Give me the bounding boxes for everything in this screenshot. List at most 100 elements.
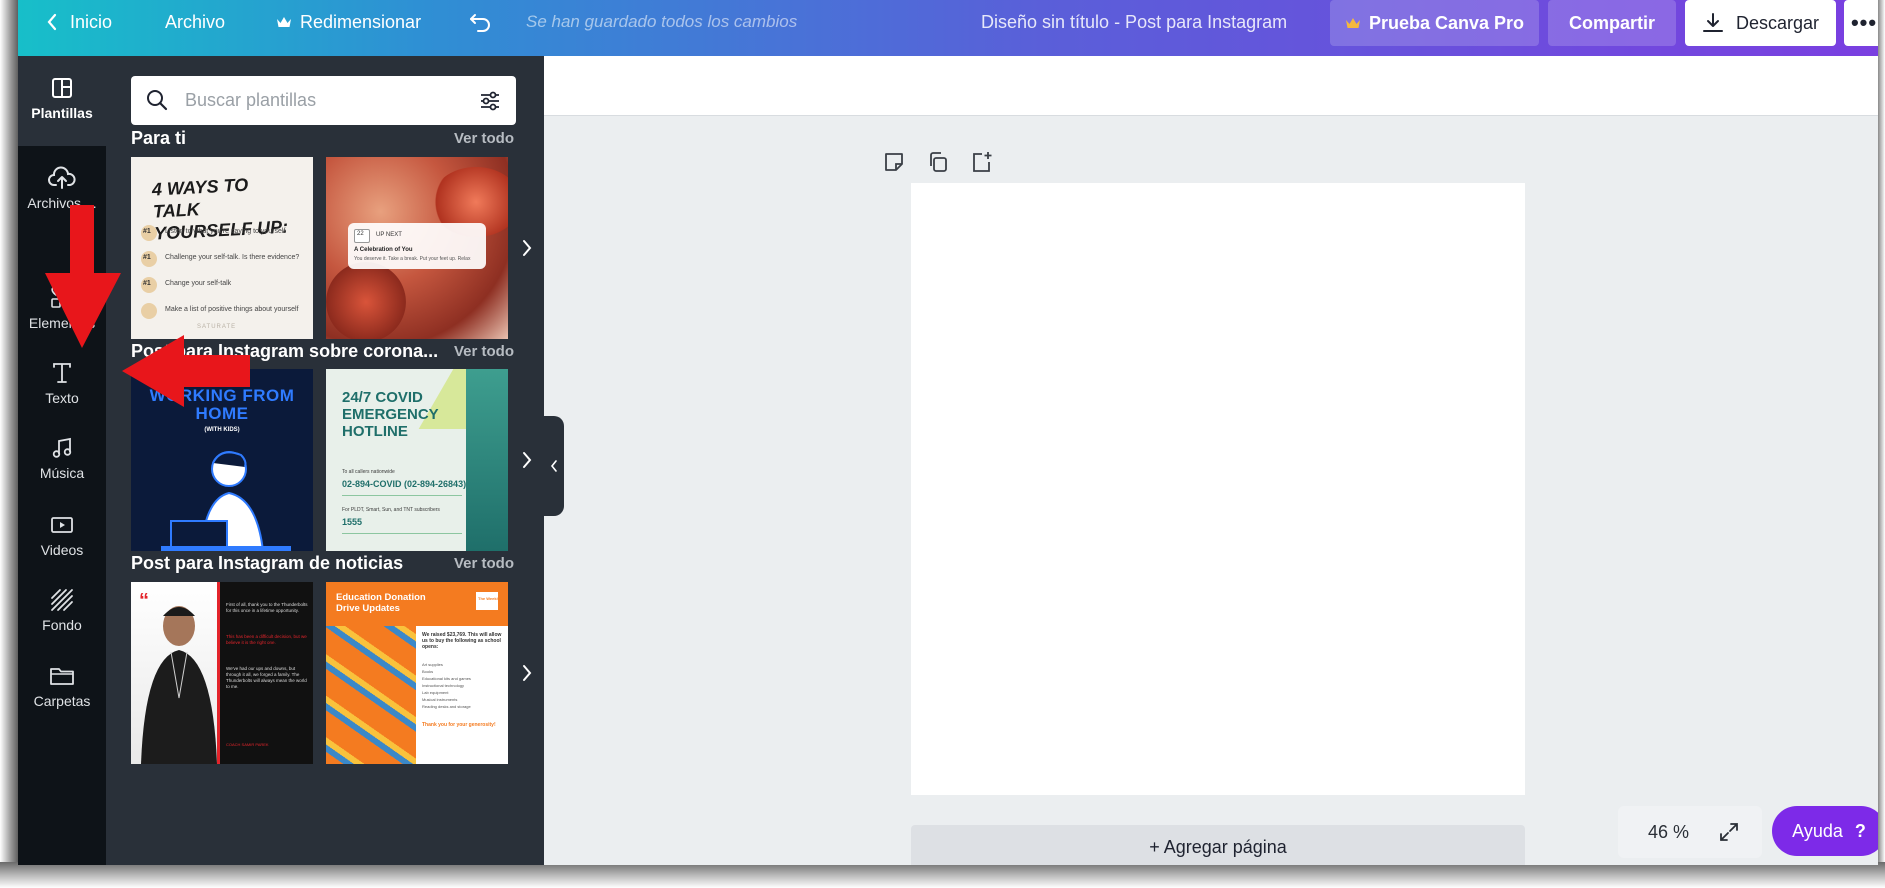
- thumb-line: For PLDT, Smart, Sun, and TNT subscriber…: [342, 507, 440, 513]
- add-page-icon[interactable]: [970, 150, 994, 174]
- screenshot-frame: Inicio Archivo Redimensionar Se han guar…: [0, 0, 1885, 888]
- fullscreen-icon[interactable]: [1718, 821, 1740, 843]
- rail-item-folders[interactable]: Carpetas: [18, 664, 106, 709]
- more-options-button[interactable]: •••: [1844, 0, 1878, 46]
- badge-dot: [141, 303, 157, 319]
- zoom-level[interactable]: 46 %: [1648, 822, 1689, 843]
- divider: [342, 533, 462, 534]
- share-button[interactable]: Compartir: [1548, 0, 1676, 46]
- template-thumb[interactable]: “ First of all, thank you to the Thunder…: [131, 582, 313, 764]
- quote-paragraph: We've had our ups and downs, but through…: [226, 666, 307, 689]
- thumb-footer: SATURATE: [197, 324, 237, 330]
- logo-text: The Weekly: [478, 596, 500, 601]
- rail-item-templates[interactable]: Plantillas: [18, 76, 106, 121]
- event-text: You deserve it. Take a break. Put your f…: [354, 256, 471, 262]
- badge-label: #1: [143, 280, 151, 287]
- video-play-icon: [51, 517, 73, 533]
- supplies-photo: [326, 626, 416, 764]
- logo-box: [476, 592, 498, 610]
- template-thumb[interactable]: Education Donation Drive Updates The Wee…: [326, 582, 508, 764]
- chevron-left-icon: [550, 460, 557, 472]
- event-up-next: UP NEXT: [376, 232, 402, 238]
- carousel-next-button[interactable]: [510, 157, 544, 339]
- thumb-line: Challenge your self-talk. Is there evide…: [165, 254, 300, 261]
- carousel-next-button[interactable]: [510, 582, 544, 764]
- try-pro-label: Prueba Canva Pro: [1368, 12, 1525, 33]
- undo-icon: [470, 14, 490, 32]
- thumb-phone: 02-894-COVID (02-894-26843): [342, 479, 467, 489]
- download-icon: [1702, 13, 1723, 32]
- event-card: 22 UP NEXT A Celebration of You You dese…: [348, 223, 486, 269]
- thumb-short-number: 1555: [342, 517, 363, 527]
- carousel-next-button[interactable]: [510, 369, 544, 551]
- editor-window: Inicio Archivo Redimensionar Se han guar…: [18, 0, 1878, 865]
- badge-label: #1: [143, 254, 151, 261]
- rail-item-label: Música: [39, 465, 85, 481]
- thumb-thanks: Thank you for your generosity!: [422, 722, 496, 728]
- thumb-list-item: Instructional technology: [422, 683, 465, 688]
- thumb-line: Change your self-talk: [165, 280, 232, 287]
- rail-item-background[interactable]: Fondo: [18, 588, 106, 633]
- background-pattern-icon: [51, 589, 73, 611]
- filter-sliders-icon[interactable]: [478, 89, 502, 113]
- resize-button[interactable]: Redimensionar: [276, 0, 421, 44]
- thumb-list-item: Art supplies: [422, 662, 443, 667]
- page-tools: [882, 150, 994, 174]
- thumb-heading: Education Donation Drive Updates: [336, 592, 426, 614]
- template-thumb[interactable]: 24/7 COVID EMERGENCY HOTLINE To all call…: [326, 369, 508, 551]
- see-all-link[interactable]: Ver todo: [454, 555, 514, 572]
- rail-item-music[interactable]: Música: [18, 436, 106, 481]
- text-icon: [53, 363, 71, 383]
- design-canvas[interactable]: [911, 183, 1525, 795]
- resize-label: Redimensionar: [300, 11, 422, 32]
- thumb-list-item: Reading desks and storage: [422, 704, 471, 709]
- fruit-slice-shape: [326, 262, 406, 339]
- document-title[interactable]: Diseño sin título - Post para Instagram: [981, 0, 1287, 44]
- rail-item-label: Texto: [45, 390, 79, 406]
- help-question-icon: ?: [1854, 820, 1866, 841]
- save-status: Se han guardado todos los cambios: [526, 12, 798, 31]
- chevron-right-icon: [523, 452, 532, 468]
- duplicate-page-icon[interactable]: [926, 150, 950, 174]
- side-band: [466, 369, 508, 551]
- crown-icon: [1345, 18, 1360, 28]
- note-icon[interactable]: [882, 150, 906, 174]
- window-shadow-left: [0, 0, 18, 870]
- rail-item-text[interactable]: Texto: [18, 361, 106, 406]
- section-title: Para ti: [131, 128, 187, 148]
- thumb-list-item: Books: [422, 669, 434, 674]
- thumb-sub: (WITH KIDS): [204, 427, 240, 433]
- see-all-link[interactable]: Ver todo: [454, 130, 514, 147]
- download-button[interactable]: Descargar: [1685, 0, 1836, 46]
- upload-cloud-icon: [48, 166, 76, 189]
- add-page-button[interactable]: + Agregar página: [911, 825, 1525, 865]
- chevron-right-icon: [523, 240, 532, 256]
- rail-item-videos[interactable]: Videos: [18, 513, 106, 558]
- editor-toolbar: [544, 56, 1878, 116]
- search-icon: [147, 90, 168, 111]
- search-input[interactable]: [185, 76, 465, 125]
- undo-button[interactable]: [468, 0, 492, 44]
- thumb-list-item: Musical instruments: [422, 697, 458, 702]
- event-date: 22: [357, 231, 364, 237]
- top-bar: Inicio Archivo Redimensionar Se han guar…: [18, 0, 1878, 56]
- quote-signature: COACH SAMIR PAREK: [226, 742, 269, 747]
- rail-item-label: Fondo: [42, 617, 82, 633]
- try-pro-button[interactable]: Prueba Canva Pro: [1330, 0, 1539, 46]
- collapse-panel-button[interactable]: [544, 416, 564, 516]
- chevron-left-icon: [47, 13, 57, 31]
- help-button[interactable]: Ayuda ?: [1772, 806, 1878, 856]
- templates-panel: Para ti Ver todo 4 WAYS TO TALK YOURSELF…: [106, 56, 544, 865]
- template-thumb[interactable]: 4 WAYS TO TALK YOURSELF UP: #1 Listen to…: [131, 157, 313, 339]
- home-back-button[interactable]: Inicio: [46, 0, 112, 44]
- thumb-text: We raised $23,769. This will allow us to…: [422, 632, 502, 651]
- file-menu-button[interactable]: Archivo: [165, 0, 225, 44]
- see-all-link[interactable]: Ver todo: [454, 343, 514, 360]
- quote-mark: “: [139, 590, 149, 612]
- music-note-icon: [52, 437, 72, 458]
- templates-icon: [52, 78, 72, 98]
- download-label: Descargar: [1735, 12, 1820, 33]
- window-shadow-right: [1878, 0, 1885, 870]
- rail-item-label: Plantillas: [31, 105, 93, 121]
- template-thumb[interactable]: 22 UP NEXT A Celebration of You You dese…: [326, 157, 508, 339]
